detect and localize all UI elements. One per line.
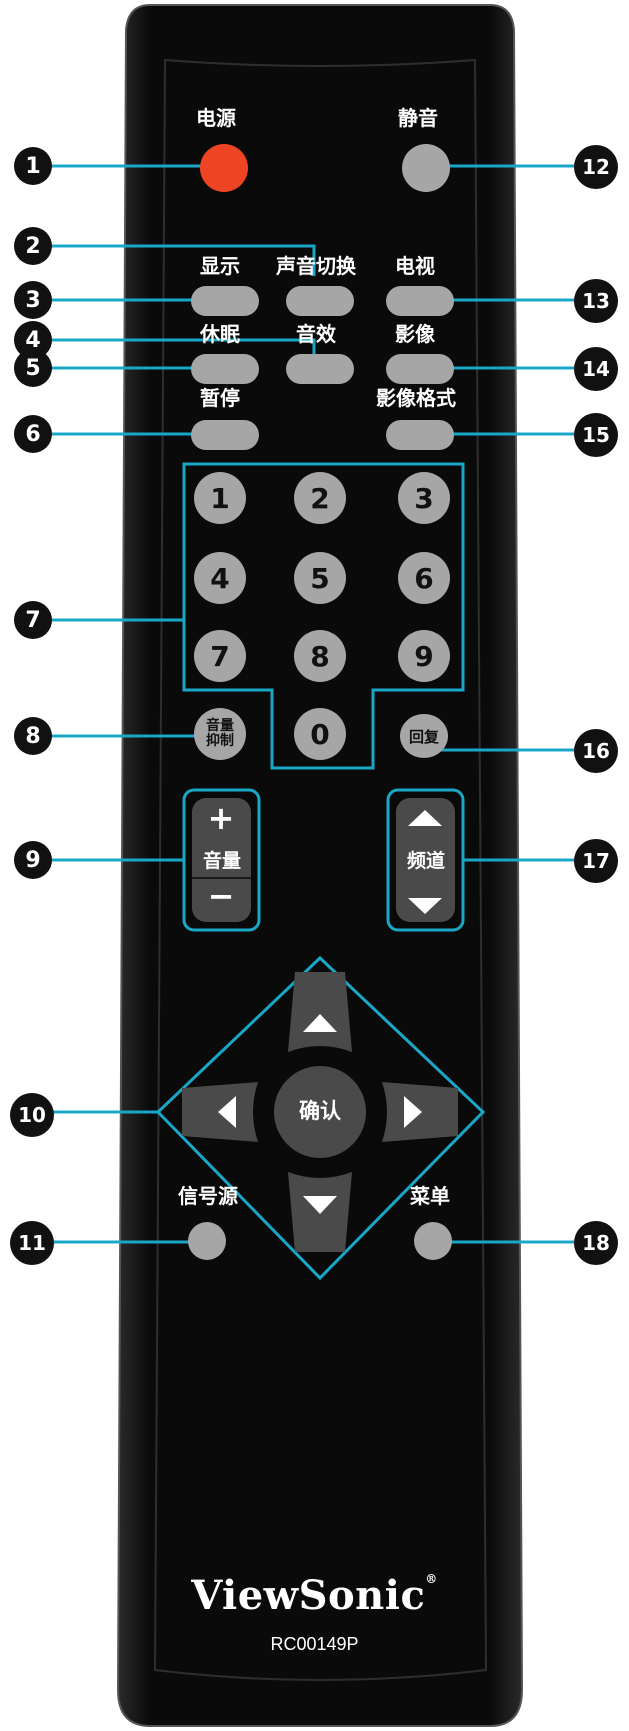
digit-7-button[interactable]: 7 xyxy=(194,630,246,682)
callout-13: 13 xyxy=(574,279,618,323)
callout-2: 2 xyxy=(14,227,52,265)
callout-11: 11 xyxy=(10,1221,54,1265)
display-button[interactable] xyxy=(191,286,259,316)
volume-suppress-button[interactable]: 音量 抑制 xyxy=(194,708,246,760)
callout-16: 16 xyxy=(574,729,618,773)
digit-5-button[interactable]: 5 xyxy=(294,552,346,604)
callout-6: 6 xyxy=(14,415,52,453)
menu-button[interactable] xyxy=(414,1222,452,1260)
callout-8: 8 xyxy=(14,717,52,755)
sound-switch-label: 声音切换 xyxy=(276,254,356,278)
picture-format-button[interactable] xyxy=(386,420,454,450)
digit-2-button[interactable]: 2 xyxy=(294,472,346,524)
model-number: RC00149P xyxy=(270,1634,359,1654)
channel-up-button[interactable] xyxy=(396,798,455,842)
picture-button[interactable] xyxy=(386,354,454,384)
pause-label: 暂停 xyxy=(200,386,240,410)
brand-name: ViewSonic xyxy=(191,1572,426,1619)
callout-15: 15 xyxy=(574,413,618,457)
display-label: 显示 xyxy=(200,254,240,278)
digit-9-button[interactable]: 9 xyxy=(398,630,450,682)
picture-format-label: 影像格式 xyxy=(376,386,456,410)
callout-17: 17 xyxy=(574,839,618,883)
power-label: 电源 xyxy=(196,106,236,130)
callout-14: 14 xyxy=(574,347,618,391)
volume-suppress-label-line2: 抑制 xyxy=(206,733,234,749)
volume-suppress-label-line1: 音量 xyxy=(206,718,234,735)
brand-logo: ViewSonic® xyxy=(0,1572,629,1619)
callout-1: 1 xyxy=(14,147,52,185)
volume-down-button[interactable]: − xyxy=(206,880,236,912)
sleep-button[interactable] xyxy=(191,354,259,384)
sleep-label: 休眠 xyxy=(200,322,240,346)
digit-0-button[interactable]: 0 xyxy=(294,708,346,760)
digit-4-button[interactable]: 4 xyxy=(194,552,246,604)
tv-label: 电视 xyxy=(395,254,435,278)
power-button[interactable] xyxy=(200,144,248,192)
tv-button[interactable] xyxy=(386,286,454,316)
callout-7: 7 xyxy=(14,601,52,639)
callout-12: 12 xyxy=(574,145,618,189)
source-label: 信号源 xyxy=(178,1184,238,1208)
digit-6-button[interactable]: 6 xyxy=(398,552,450,604)
callout-3: 3 xyxy=(14,281,52,319)
picture-label: 影像 xyxy=(395,322,435,346)
recall-label: 回复 xyxy=(408,727,439,746)
source-button[interactable] xyxy=(188,1222,226,1260)
callout-9: 9 xyxy=(14,841,52,879)
channel-down-button[interactable] xyxy=(396,880,455,922)
dpad-up-key xyxy=(288,972,352,1052)
volume-label: 音量 xyxy=(202,850,241,872)
pause-button[interactable] xyxy=(191,420,259,450)
digit-3-button[interactable]: 3 xyxy=(398,472,450,524)
registered-mark: ® xyxy=(425,1572,438,1586)
callout-10: 10 xyxy=(10,1093,54,1137)
mute-label: 静音 xyxy=(398,106,438,130)
mute-button[interactable] xyxy=(402,144,450,192)
digit-8-button[interactable]: 8 xyxy=(294,630,346,682)
sound-switch-button[interactable] xyxy=(286,286,354,316)
channel-label: 频道 xyxy=(406,850,445,872)
callout-5: 5 xyxy=(14,349,52,387)
volume-up-button[interactable]: + xyxy=(206,802,236,834)
recall-button[interactable]: 回复 xyxy=(400,714,448,758)
menu-label: 菜单 xyxy=(410,1184,450,1208)
digit-1-button[interactable]: 1 xyxy=(194,472,246,524)
callout-18: 18 xyxy=(574,1221,618,1265)
sound-effect-label: 音效 xyxy=(296,322,336,346)
sound-effect-button[interactable] xyxy=(286,354,354,384)
ok-button[interactable]: 确认 xyxy=(290,1101,350,1122)
